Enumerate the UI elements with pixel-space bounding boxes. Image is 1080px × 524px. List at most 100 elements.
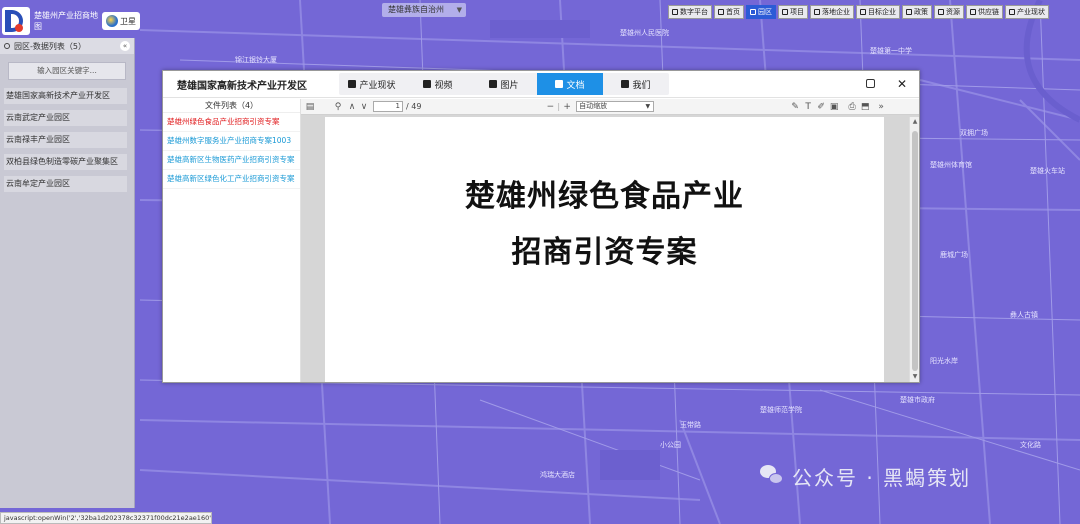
policy-icon [906, 9, 912, 15]
building-icon [814, 9, 820, 15]
satellite-toggle-button[interactable]: 卫星 [102, 12, 140, 30]
file-list-item[interactable]: 楚雄州绿色食品产业招商引资专案 [163, 113, 300, 132]
collapse-icon[interactable]: « [120, 41, 130, 51]
region-select[interactable]: 楚雄彝族自治州 ▼ [382, 3, 466, 17]
nav-home[interactable]: 首页 [714, 5, 744, 19]
dialog-tabs: 产业现状 视频 图片 文档 我们 [339, 73, 669, 95]
print-icon[interactable]: ⎙ [847, 102, 857, 112]
chevron-down-icon: ▼ [456, 6, 462, 14]
scroll-up-icon[interactable]: ▲ [910, 117, 920, 127]
save-icon[interactable]: ⬒ [860, 102, 870, 112]
maximize-icon[interactable] [866, 79, 875, 88]
nav-resource[interactable]: 资源 [934, 5, 964, 19]
search-icon[interactable]: ⚲ [333, 102, 343, 112]
nav-park[interactable]: 园区 [746, 5, 776, 19]
map-label: 鹿城广场 [940, 251, 968, 259]
pdf-viewer: ▤ ⚲ ∧ ∨ 1 / 49 − | + 自动缩放 ▼ ✎ T ✐ ▣ ⎙ ⬒ »… [301, 99, 919, 382]
chevron-down-icon: ▼ [645, 103, 651, 110]
park-search-input[interactable]: 输入园区关键字... [8, 62, 126, 80]
zoom-in-icon[interactable]: + [562, 102, 572, 112]
image-insert-icon[interactable]: ▣ [829, 102, 839, 112]
map-label: 楚雄师范学院 [760, 406, 802, 414]
home-icon [718, 9, 724, 15]
tab-industry-status[interactable]: 产业现状 [339, 73, 405, 95]
document-icon [555, 80, 564, 88]
zoom-out-icon[interactable]: − [545, 102, 555, 112]
chevron-down-icon[interactable]: ∨ [359, 102, 369, 112]
scrollbar-thumb[interactable] [912, 131, 918, 371]
zoom-select[interactable]: 自动缩放 ▼ [576, 101, 655, 112]
file-list: 文件列表（4） 楚雄州绿色食品产业招商引资专案 楚雄州数字服务业产业招商专案10… [163, 99, 301, 382]
text-icon[interactable]: T [803, 102, 813, 112]
pdf-toolbar: ▤ ⚲ ∧ ∨ 1 / 49 − | + 自动缩放 ▼ ✎ T ✐ ▣ ⎙ ⬒ » [301, 99, 919, 115]
file-list-item[interactable]: 楚雄州数字服务业产业招商专案1003 [163, 132, 300, 151]
more-tools-icon[interactable]: » [876, 102, 886, 112]
pdf-scrollbar[interactable]: ▲ ▼ [909, 117, 919, 382]
radio-icon [4, 43, 10, 49]
draw-icon[interactable]: ✐ [816, 102, 826, 112]
phone-icon [621, 80, 630, 88]
nav-target-enterprise[interactable]: 目标企业 [856, 5, 900, 19]
tab-document[interactable]: 文档 [537, 73, 603, 95]
chain-icon [970, 9, 976, 15]
doc-title-line2: 招商引资专案 [511, 235, 698, 270]
highlight-icon[interactable]: ✎ [790, 102, 800, 112]
tab-contact[interactable]: 我们 [603, 73, 669, 95]
toolbar-divider: | [557, 102, 561, 111]
nav-supply-chain[interactable]: 供应链 [966, 5, 1003, 19]
park-list-item[interactable]: 云南武定产业园区 [4, 110, 127, 126]
park-list-title: 园区-数据列表（5） [14, 41, 86, 51]
pdf-page: 楚雄州绿色食品产业 招商引资专案 [325, 117, 884, 382]
wechat-icon [760, 465, 784, 487]
info-icon [348, 80, 357, 88]
tab-video[interactable]: 视频 [405, 73, 471, 95]
nav-landed-enterprise[interactable]: 落地企业 [810, 5, 854, 19]
watermark: 公众号 · 黑蝎策划 [760, 462, 971, 490]
browser-status-bar: javascript:openWin('2','32ba1d202378c323… [0, 512, 212, 524]
map-label: 楚雄州体育馆 [930, 161, 972, 169]
monitor-icon [672, 9, 678, 15]
park-list-item[interactable]: 云南牟定产业园区 [4, 176, 127, 192]
grid-icon [860, 9, 866, 15]
park-detail-dialog: 楚雄国家高新技术产业开发区 产业现状 视频 图片 文档 我们 ✕ 文件列表（4）… [162, 70, 920, 383]
file-list-item[interactable]: 楚雄高新区生物医药产业招商引资专案 [163, 151, 300, 170]
nav-policy[interactable]: 政策 [902, 5, 932, 19]
map-label: 鸿瑞大酒店 [540, 471, 575, 479]
top-nav: 数字平台 首页 园区 项目 落地企业 目标企业 政策 资源 供应链 产业现状 [668, 5, 1049, 19]
map-label: 楚雄市政府 [900, 396, 935, 404]
map-label: 文化路 [1020, 441, 1041, 449]
logo-icon [2, 7, 30, 35]
file-list-header: 文件列表（4） [163, 99, 300, 113]
dialog-title: 楚雄国家高新技术产业开发区 [177, 80, 307, 92]
dialog-title-bar: 楚雄国家高新技术产业开发区 产业现状 视频 图片 文档 我们 ✕ [163, 71, 919, 98]
map-label: 楚雄州人民医院 [620, 29, 669, 37]
park-list-header: 园区-数据列表（5） « [0, 38, 134, 54]
globe-icon [106, 15, 118, 27]
video-icon [423, 80, 432, 88]
nav-industry-status[interactable]: 产业现状 [1005, 5, 1049, 19]
tab-image[interactable]: 图片 [471, 73, 537, 95]
app-title: 楚雄州产业招商地图 [34, 11, 98, 31]
page-number-input[interactable]: 1 [373, 101, 403, 112]
close-icon[interactable]: ✕ [896, 78, 908, 90]
nav-digital-platform[interactable]: 数字平台 [668, 5, 712, 19]
park-list-item[interactable]: 楚雄国家高新技术产业开发区 [4, 88, 127, 104]
map-label: 小公园 [660, 441, 681, 449]
nav-project[interactable]: 项目 [778, 5, 808, 19]
map-label: 玉带路 [680, 421, 701, 429]
region-select-value: 楚雄彝族自治州 [388, 5, 444, 14]
sidebar-toggle-icon[interactable]: ▤ [305, 102, 315, 112]
doc-title-line1: 楚雄州绿色食品产业 [465, 179, 744, 214]
resource-icon [938, 9, 944, 15]
scroll-down-icon[interactable]: ▼ [910, 372, 920, 382]
chevron-up-icon[interactable]: ∧ [347, 102, 357, 112]
pin-icon [782, 9, 788, 15]
park-list-item[interactable]: 云南禄丰产业园区 [4, 132, 127, 148]
map-label: 阳光水岸 [930, 357, 958, 365]
page-total: / 49 [406, 102, 422, 111]
map-label: 锦江银铃大厦 [235, 56, 277, 64]
file-list-item[interactable]: 楚雄高新区绿色化工产业招商引资专案 [163, 170, 300, 189]
park-list-item[interactable]: 双柏县绿色制造零碳产业聚集区 [4, 154, 127, 170]
map-label: 楚雄火车站 [1030, 167, 1065, 175]
app-logo-bar: 楚雄州产业招商地图 卫星 [2, 5, 140, 37]
